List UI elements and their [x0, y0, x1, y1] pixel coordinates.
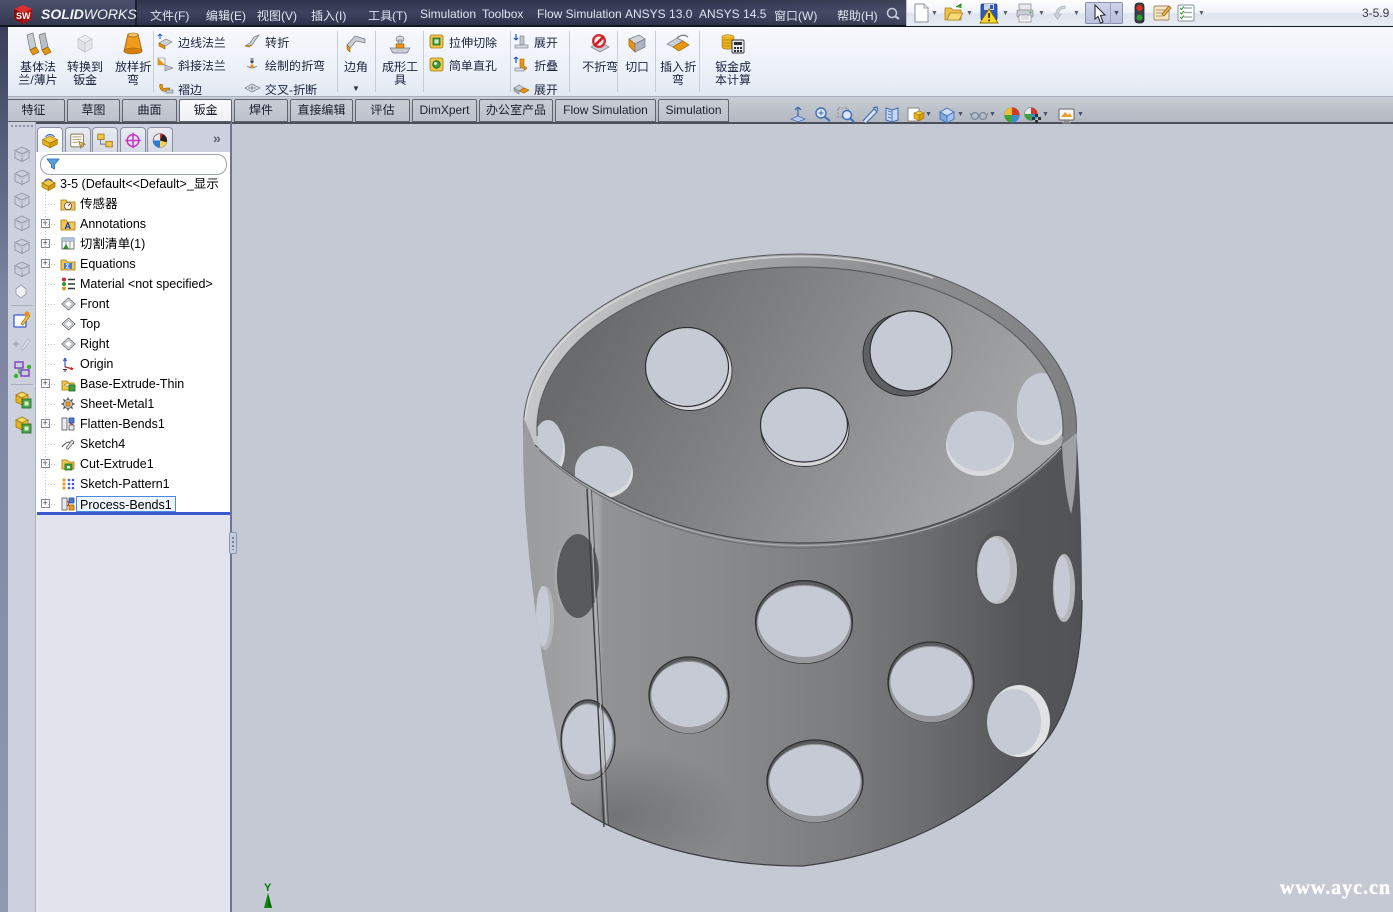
svg-text:A: A: [65, 221, 72, 231]
svg-text:Σ: Σ: [66, 264, 70, 271]
svg-text:Y: Y: [264, 882, 272, 894]
svg-text:SW: SW: [16, 11, 31, 21]
